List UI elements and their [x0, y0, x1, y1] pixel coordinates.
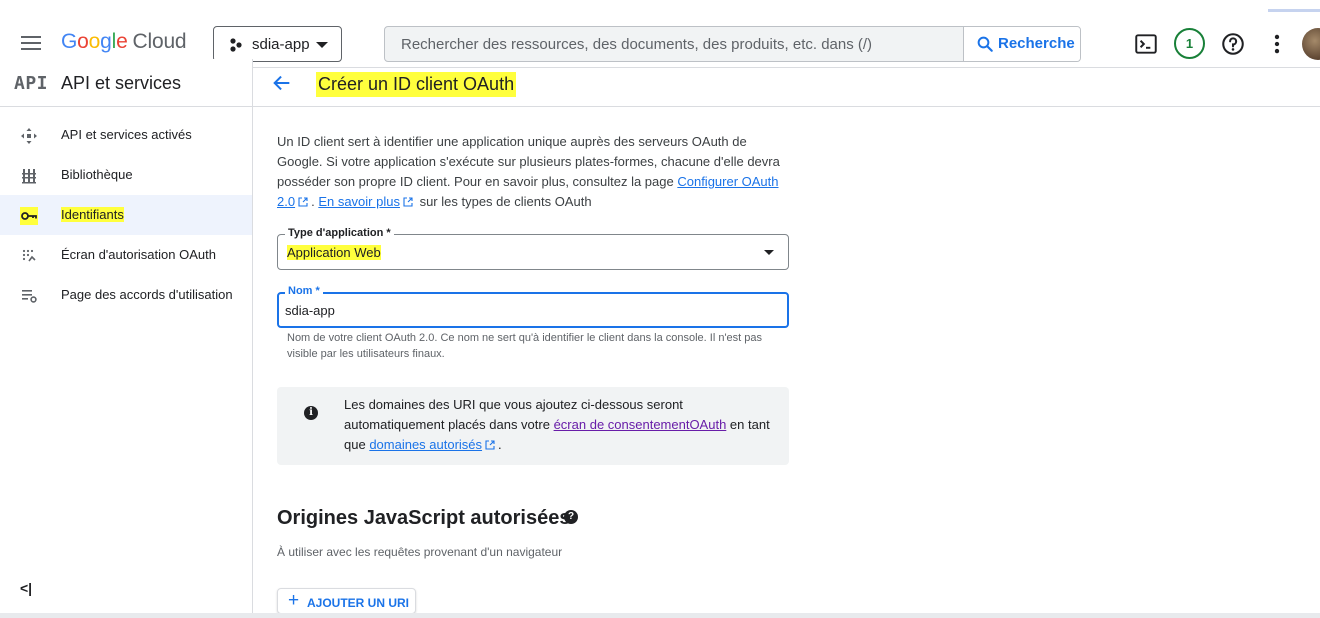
logo-google: Google: [61, 30, 128, 53]
sidebar-item-usage-agreements[interactable]: Page des accords d'utilisation: [0, 275, 252, 315]
name-input[interactable]: [285, 301, 339, 319]
learn-more-link[interactable]: En savoir plus: [318, 194, 416, 209]
library-icon: [22, 169, 36, 184]
main-menu-icon[interactable]: [17, 32, 45, 54]
intro-text-3: sur les types de clients OAuth: [415, 194, 592, 209]
page-header: Créer un ID client OAuth: [253, 59, 1320, 107]
js-origins-subtitle: À utiliser avec les requêtes provenant d…: [277, 545, 563, 559]
back-arrow-icon[interactable]: [271, 72, 293, 94]
sidebar-title[interactable]: API et services: [61, 73, 181, 94]
sidebar-item-label: Identifiants: [61, 207, 124, 222]
add-uri-label: AJOUTER UN URI: [307, 596, 410, 610]
info-icon: i: [304, 406, 318, 420]
add-uri-button[interactable]: + AJOUTER UN URI: [277, 588, 416, 614]
sidebar-header: API API et services: [0, 59, 252, 107]
consent-screen-link[interactable]: écran de consentementOAuth: [554, 417, 727, 432]
help-icon[interactable]: [1220, 31, 1246, 57]
search-icon: [977, 36, 993, 52]
authorized-domains-link[interactable]: domaines autorisés: [369, 437, 498, 452]
project-dots-icon: [230, 38, 242, 52]
intro-text: Un ID client sert à identifier une appli…: [277, 132, 789, 212]
project-name: sdia-app: [252, 36, 310, 53]
js-origins-title: Origines JavaScript autorisées: [277, 507, 571, 529]
bottom-edge: [0, 613, 1320, 618]
top-accent-bar: [1268, 9, 1320, 12]
key-icon: [20, 207, 38, 225]
app-type-select[interactable]: Type d'application * Application Web: [277, 227, 789, 270]
app-type-value: Application Web: [287, 245, 381, 260]
name-label: Nom *: [285, 285, 323, 297]
top-bar: GoogleCloud sdia-app Recherche 1: [0, 0, 1320, 68]
open-in-new-icon: [298, 197, 308, 207]
open-in-new-icon: [485, 440, 495, 450]
avatar[interactable]: [1302, 28, 1320, 60]
name-field: Nom *: [277, 285, 789, 328]
settings-list-icon: [22, 290, 37, 303]
project-picker[interactable]: sdia-app: [213, 26, 342, 62]
help-icon[interactable]: ?: [564, 510, 578, 524]
search-input[interactable]: [385, 27, 963, 61]
sidebar-item-label: API et services activés: [61, 127, 192, 142]
info-text: Les domaines des URI que vous ajoutez ci…: [344, 397, 770, 452]
search-bar: Recherche: [384, 26, 1081, 62]
api-logo-icon: API: [14, 73, 49, 94]
search-button[interactable]: Recherche: [963, 27, 1080, 61]
sidebar-item-label: Bibliothèque: [61, 167, 133, 182]
chevron-down-icon: [316, 42, 328, 48]
sidebar-item-library[interactable]: Bibliothèque: [0, 155, 252, 195]
notification-badge[interactable]: 1: [1174, 28, 1205, 59]
oauth-consent-icon: [22, 249, 36, 262]
sidebar-item-credentials[interactable]: Identifiants: [0, 195, 252, 235]
sidebar: API API et services API et services acti…: [0, 59, 253, 618]
sidebar-item-enabled-apis[interactable]: API et services activés: [0, 115, 252, 155]
collapse-sidebar-button[interactable]: <|: [20, 580, 32, 596]
sidebar-item-label: Écran d'autorisation OAuth: [61, 247, 216, 262]
info-box: i Les domaines des URI que vous ajoutez …: [277, 387, 789, 465]
plus-icon: +: [288, 590, 300, 611]
search-button-label: Recherche: [998, 35, 1075, 52]
main-content: Créer un ID client OAuth Un ID client se…: [253, 59, 1320, 618]
more-vert-icon[interactable]: [1264, 31, 1290, 57]
hub-icon: [21, 128, 37, 144]
logo-cloud: Cloud: [132, 30, 187, 53]
google-cloud-logo[interactable]: Google Cloud: [61, 30, 187, 58]
sidebar-item-label: Page des accords d'utilisation: [61, 287, 233, 302]
page-title: Créer un ID client OAuth: [316, 72, 517, 97]
app-type-label: Type d'application *: [285, 227, 394, 239]
cloud-shell-icon[interactable]: [1133, 31, 1159, 57]
open-in-new-icon: [403, 197, 413, 207]
name-hint: Nom de votre client OAuth 2.0. Ce nom ne…: [287, 332, 763, 360]
sidebar-item-oauth-consent[interactable]: Écran d'autorisation OAuth: [0, 235, 252, 275]
chevron-down-icon: [764, 250, 774, 255]
